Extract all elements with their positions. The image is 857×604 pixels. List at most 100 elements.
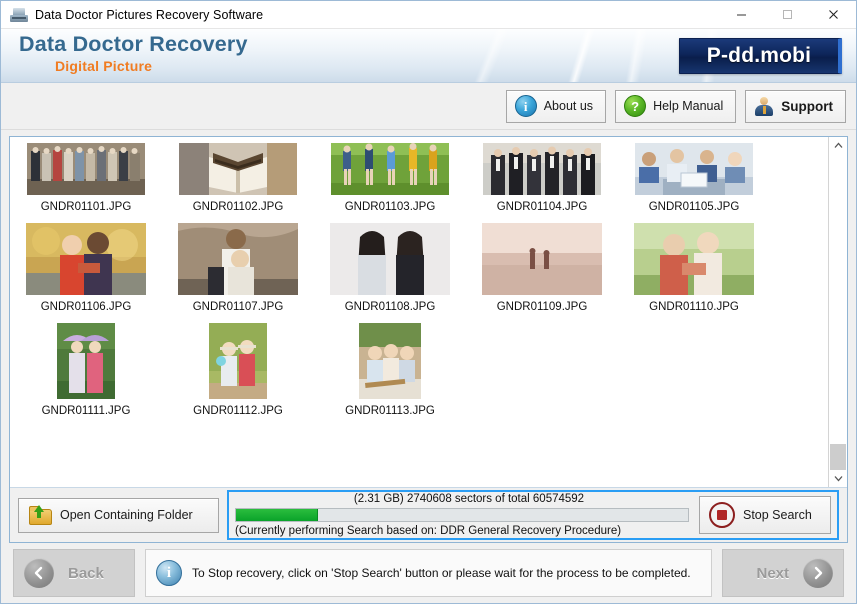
minimize-icon (736, 14, 746, 16)
about-us-label: About us (543, 99, 594, 113)
scrollbar-thumb[interactable] (830, 444, 846, 470)
file-name: GNDR01106.JPG (40, 301, 132, 313)
about-us-button[interactable]: i About us (505, 89, 607, 123)
next-label: Next (756, 564, 789, 582)
file-name: GNDR01102.JPG (192, 201, 284, 213)
stop-search-button[interactable]: Stop Search (699, 496, 831, 534)
file-item[interactable]: GNDR01105.JPG (618, 143, 770, 223)
action-row: Open Containing Folder (2.31 GB) 2740608… (10, 487, 847, 542)
file-thumbnail[interactable] (178, 223, 298, 295)
file-thumbnail[interactable] (331, 143, 449, 195)
file-thumbnail[interactable] (482, 223, 602, 295)
support-button[interactable]: Support (745, 89, 846, 123)
brand-banner: Data Doctor Recovery Digital Picture P-d… (1, 29, 856, 83)
app-icon (10, 7, 28, 23)
brand-title: Data Doctor Recovery (19, 32, 248, 56)
thumbnail-row: GNDR01106.JPG GNDR01107.JPG GNDR01108.JP… (10, 223, 828, 323)
open-containing-folder-button[interactable]: Open Containing Folder (18, 497, 219, 533)
product-logo-text: P-dd.mobi (706, 44, 812, 67)
file-name: GNDR01107.JPG (192, 301, 284, 313)
scroll-down-button[interactable] (829, 470, 847, 487)
file-item[interactable]: GNDR01107.JPG (162, 223, 314, 323)
file-item[interactable]: GNDR01112.JPG (162, 323, 314, 427)
file-name: GNDR01109.JPG (496, 301, 588, 313)
maximize-button[interactable] (764, 1, 810, 28)
support-label: Support (781, 98, 833, 114)
progress-bar-fill (236, 509, 319, 521)
close-icon (828, 10, 838, 19)
top-toolbar: i About us ? Help Manual Support (1, 83, 856, 130)
file-thumbnail[interactable] (27, 143, 145, 195)
progress-panel: (2.31 GB) 2740608 sectors of total 60574… (227, 490, 839, 540)
product-logo: P-dd.mobi (679, 38, 842, 74)
file-thumbnail[interactable] (359, 323, 421, 399)
file-item[interactable]: GNDR01104.JPG (466, 143, 618, 223)
help-manual-button[interactable]: ? Help Manual (615, 89, 737, 123)
file-item[interactable]: GNDR01110.JPG (618, 223, 770, 323)
stop-search-label: Stop Search (743, 508, 812, 522)
chevron-down-icon (834, 476, 842, 482)
file-thumbnail[interactable] (209, 323, 267, 399)
help-manual-label: Help Manual (653, 99, 724, 113)
status-info-text: To Stop recovery, click on 'Stop Search'… (192, 566, 691, 580)
file-name: GNDR01113.JPG (345, 405, 435, 417)
close-button[interactable] (810, 1, 856, 28)
folder-up-icon (28, 505, 52, 525)
back-label: Back (68, 564, 104, 582)
status-info-bar: i To Stop recovery, click on 'Stop Searc… (145, 549, 712, 597)
chevron-up-icon (834, 142, 842, 148)
file-item[interactable]: GNDR01106.JPG (10, 223, 162, 323)
thumbnail-grid: GNDR01101.JPG GNDR01102.JPG GNDR01103.JP… (10, 137, 828, 487)
application-window: Data Doctor Pictures Recovery Software D… (0, 0, 857, 604)
file-name: GNDR01103.JPG (344, 201, 436, 213)
file-item[interactable]: GNDR01103.JPG (314, 143, 466, 223)
file-name: GNDR01112.JPG (193, 405, 283, 417)
thumbnail-row: GNDR01101.JPG GNDR01102.JPG GNDR01103.JP… (10, 143, 828, 223)
file-name: GNDR01110.JPG (649, 301, 739, 313)
progress-bar (235, 508, 689, 522)
file-name: GNDR01104.JPG (496, 201, 588, 213)
file-name: GNDR01111.JPG (41, 405, 131, 417)
window-title: Data Doctor Pictures Recovery Software (35, 7, 264, 22)
brand-subtitle: Digital Picture (55, 58, 153, 74)
next-button[interactable]: Next (722, 549, 844, 597)
back-button[interactable]: Back (13, 549, 135, 597)
thumbnail-area: GNDR01101.JPG GNDR01102.JPG GNDR01103.JP… (10, 137, 847, 487)
file-thumbnail[interactable] (330, 223, 450, 295)
file-name: GNDR01105.JPG (648, 201, 740, 213)
file-thumbnail[interactable] (179, 143, 297, 195)
progress-count-text: (2.31 GB) 2740608 sectors of total 60574… (353, 493, 585, 505)
open-containing-folder-label: Open Containing Folder (60, 508, 193, 522)
main-panel: GNDR01101.JPG GNDR01102.JPG GNDR01103.JP… (9, 136, 848, 543)
footer-bar: Back i To Stop recovery, click on 'Stop … (1, 543, 856, 603)
chevron-left-icon (24, 558, 54, 588)
info-icon: i (156, 560, 182, 586)
file-thumbnail[interactable] (57, 323, 115, 399)
chevron-right-icon (803, 558, 833, 588)
stop-icon (709, 502, 735, 528)
thumbnail-row: GNDR01111.JPG GNDR01112.JPG GNDR01113.JP… (10, 323, 828, 427)
file-item[interactable]: GNDR01111.JPG (10, 323, 162, 427)
file-thumbnail[interactable] (635, 143, 753, 195)
minimize-button[interactable] (718, 1, 764, 28)
maximize-icon (782, 10, 792, 19)
progress-left: (2.31 GB) 2740608 sectors of total 60574… (235, 492, 689, 538)
file-item[interactable]: GNDR01109.JPG (466, 223, 618, 323)
brand-block: Data Doctor Recovery Digital Picture (19, 30, 248, 75)
file-thumbnail[interactable] (483, 143, 601, 195)
person-icon (754, 96, 774, 116)
file-thumbnail[interactable] (26, 223, 146, 295)
file-thumbnail[interactable] (634, 223, 754, 295)
file-item[interactable]: GNDR01113.JPG (314, 323, 466, 427)
file-name: GNDR01108.JPG (344, 301, 436, 313)
vertical-scrollbar[interactable] (828, 137, 847, 487)
file-item[interactable]: GNDR01102.JPG (162, 143, 314, 223)
scroll-up-button[interactable] (829, 137, 847, 154)
scrollbar-track[interactable] (829, 154, 847, 470)
progress-note-text: (Currently performing Search based on: D… (235, 525, 622, 537)
file-item[interactable]: GNDR01108.JPG (314, 223, 466, 323)
title-bar: Data Doctor Pictures Recovery Software (1, 1, 856, 29)
info-icon: i (514, 95, 537, 117)
file-item[interactable]: GNDR01101.JPG (10, 143, 162, 223)
file-name: GNDR01101.JPG (40, 201, 132, 213)
